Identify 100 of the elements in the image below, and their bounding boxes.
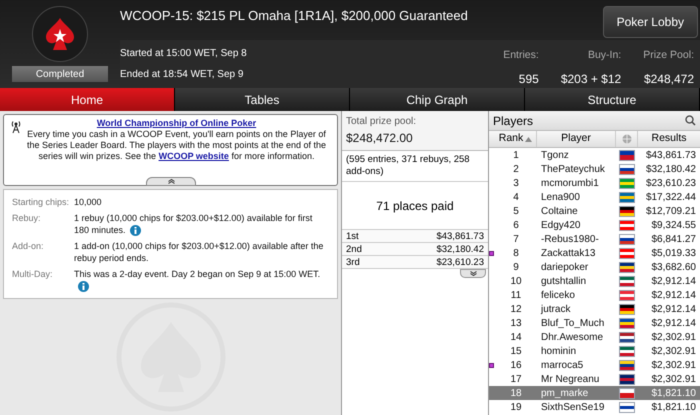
result-cell-text: $1,821.10 [650,386,697,400]
rank-cell-text: 9 [512,260,520,274]
result-cell-text: $3,682.60 [650,260,697,274]
rank-cell-text: 16 [509,358,523,372]
globe-icon [622,134,632,144]
place-amount: $23,610.23 [436,256,484,268]
player-row[interactable]: 16 marroca5 $2,302.91 [489,358,700,372]
rank-cell-text: 13 [509,316,523,330]
sort-up-icon [525,136,532,142]
place-label: 1st [346,230,359,242]
player-row[interactable]: 3 mcmorumbi1 $23,610.23 [489,176,700,190]
player-row[interactable]: 7 -Rebus1980- $6,841.27 [489,232,700,246]
result-cell-text: $2,912.14 [650,302,697,316]
place-amount: $43,861.73 [436,230,484,242]
chevron-up-icon [168,178,174,184]
player-row[interactable]: 5 Coltaine $12,709.21 [489,204,700,218]
rank-cell-text: 4 [512,190,520,204]
expand-button[interactable] [460,269,486,278]
player-row[interactable]: 6 Edgy420 $9,324.55 [489,218,700,232]
player-name: Bluf_To_Much [540,316,606,330]
info-icon[interactable] [78,281,89,292]
flag-icon [619,332,635,342]
broadcast-icon [10,120,22,134]
rank-cell-text: 5 [512,204,520,218]
player-name: Tgonz [540,148,570,162]
rank-cell-text: 8 [512,246,520,260]
player-row[interactable]: 4 Lena900 $17,322.44 [489,190,700,204]
player-row[interactable]: 10 gutshtallin $2,912.14 [489,274,700,288]
collapse-button[interactable] [146,176,196,186]
flag-icon [619,402,635,412]
stat-label: Entries: [503,48,539,64]
result-cell-text: $2,912.14 [650,274,697,288]
flag-icon [619,374,635,384]
player-row[interactable]: 13 Bluf_To_Much $2,912.14 [489,316,700,330]
result-cell-text: $2,302.91 [650,358,697,372]
result-cell-text: $2,912.14 [650,316,697,330]
player-name: ThePateychuk [540,162,606,176]
flag-icon [619,346,635,356]
player-name: mcmorumbi1 [540,176,600,190]
player-name: SixthSenSe19 [540,400,606,414]
chevron-down-icon [470,271,476,276]
rank-cell-text: 7 [512,232,520,246]
result-cell-text: $23,610.23 [644,176,697,190]
notice-title-link[interactable]: World Championship of Online Poker [96,118,256,129]
player-name: Zackattak13 [540,246,596,260]
flag-icon [619,304,635,314]
search-icon[interactable] [685,115,696,126]
player-row[interactable]: 12 jutrack $2,912.14 [489,302,700,316]
player-row[interactable]: 9 dariepoker $3,682.60 [489,260,700,274]
tab[interactable]: Chip Graph [350,88,525,111]
rank-cell-text: 14 [509,330,523,344]
column-header[interactable]: Player [537,131,616,147]
result-cell-text: $1,821.10 [650,400,697,414]
player-name: Mr Negreanu [540,372,600,386]
flag-icon [619,318,635,328]
prize-pool-label: Total prize pool: [346,115,418,129]
place-label: 2nd [346,243,362,255]
player-row[interactable]: 8 Zackattak13 $5,019.33 [489,246,700,260]
start-time: Started at 15:00 WET, Sep 8 [120,47,247,62]
info-icon[interactable] [130,224,141,236]
result-cell-text: $12,709.21 [644,204,697,218]
players-title: Players [493,112,534,130]
result-cell-text: $2,912.14 [650,288,697,302]
poker-lobby-button[interactable]: Poker Lobby [602,6,698,38]
player-row[interactable]: 14 Dhr.Awesome $2,302.91 [489,330,700,344]
tab[interactable]: Structure [525,88,700,111]
player-row[interactable]: 19 SixthSenSe19 $1,821.10 [489,400,700,414]
flag-icon [619,178,635,188]
player-row[interactable]: 18 pm_marke $1,821.10 [489,386,700,400]
player-name: hominin [540,344,578,358]
stat-label: Prize Pool: [643,48,694,64]
detail-value: 1 rebuy (10,000 chips for $203.00+$12.00) available for first 180 minutes. [74,212,314,236]
tab[interactable]: Home [0,88,175,111]
stat-value: 595 [518,71,539,88]
player-row[interactable]: 11 feliceko $2,912.14 [489,288,700,302]
player-name: Dhr.Awesome [540,330,604,344]
result-cell-text: $5,019.33 [650,246,697,260]
flag-icon [619,262,635,272]
result-cell-text: $9,324.55 [650,218,697,232]
result-cell-text: $43,861.73 [644,148,697,162]
column-header[interactable]: Rank [495,131,537,147]
place-amount: $32,180.42 [436,243,484,255]
rank-cell-text: 17 [509,372,523,386]
detail-label: Starting chips: [12,196,70,208]
rank-cell-text: 12 [509,302,523,316]
website-link[interactable]: WCOOP website [158,151,229,161]
player-row[interactable]: 2 ThePateychuk $32,180.42 [489,162,700,176]
detail-value: This was a 2-day event. Day 2 began on Sep 9 at 15:00 WET. [74,268,329,292]
player-name: pm_marke [540,386,590,400]
stat-label: Buy-In: [588,48,622,64]
result-cell-text: $32,180.42 [644,162,697,176]
column-header[interactable]: Results [638,131,700,147]
player-row[interactable]: 17 Mr Negreanu $2,302.91 [489,372,700,386]
detail-value: 10,000 [74,196,102,208]
prize-breakdown: (595 entries, 371 rebuys, 258 add-ons) [342,151,488,182]
player-name: marroca5 [540,358,584,372]
player-row[interactable]: 15 hominin $2,302.91 [489,344,700,358]
player-row[interactable]: 1 Tgonz $43,861.73 [489,148,700,162]
tab[interactable]: Tables [175,88,350,111]
flag-icon [619,164,635,174]
